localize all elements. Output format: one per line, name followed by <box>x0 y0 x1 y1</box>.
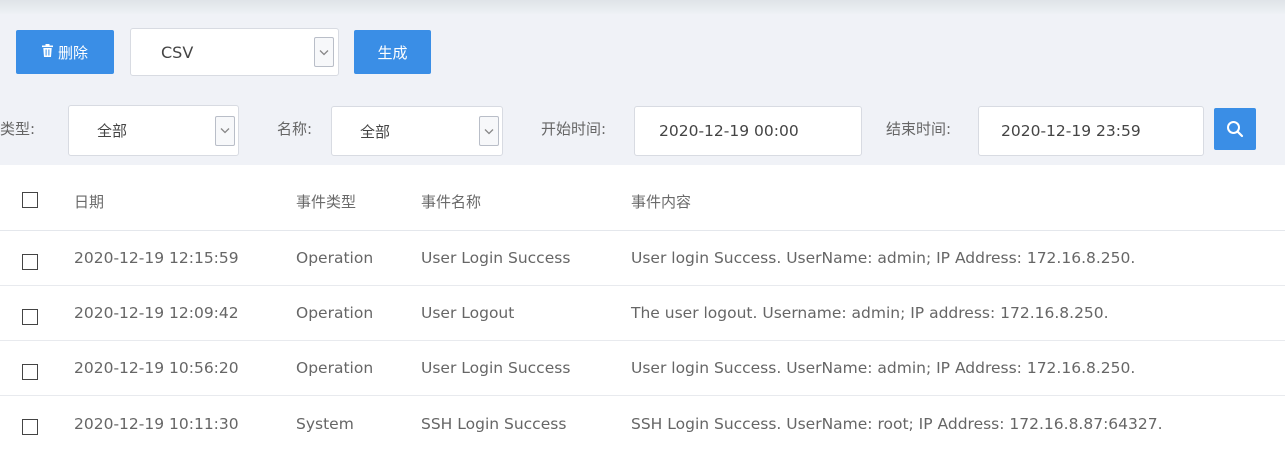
row-event-name: SSH Login Success <box>421 414 567 433</box>
table-row[interactable]: 2020-12-19 10:56:20 Operation User Login… <box>0 341 1285 396</box>
chevron-down-icon <box>479 116 499 146</box>
column-header-date[interactable]: 日期 <box>74 173 104 230</box>
row-event-content: User login Success. UserName: admin; IP … <box>631 359 1136 377</box>
search-button[interactable] <box>1214 108 1256 150</box>
row-event-content: SSH Login Success. UserName: root; IP Ad… <box>631 414 1163 433</box>
name-filter-value: 全部 <box>360 122 391 141</box>
row-event-content: User login Success. UserName: admin; IP … <box>631 249 1136 267</box>
table-row[interactable]: 2020-12-19 10:11:30 System SSH Login Suc… <box>0 396 1285 451</box>
row-event-type: Operation <box>296 304 374 322</box>
name-filter-label: 名称: <box>277 120 313 138</box>
type-filter-value: 全部 <box>97 122 128 140</box>
column-header-event-content[interactable]: 事件内容 <box>631 173 691 230</box>
generate-button[interactable]: 生成 <box>354 30 431 74</box>
chevron-down-icon <box>215 115 235 146</box>
trash-icon <box>41 43 53 61</box>
table-row[interactable]: 2020-12-19 12:09:42 Operation User Logou… <box>0 286 1285 341</box>
row-date: 2020-12-19 12:15:59 <box>74 249 239 267</box>
export-format-select[interactable]: CSV <box>130 28 339 76</box>
row-checkbox[interactable] <box>22 364 38 380</box>
row-checkbox[interactable] <box>22 419 38 435</box>
row-event-type: Operation <box>296 359 374 377</box>
row-checkbox[interactable] <box>22 309 38 325</box>
row-event-name: User Logout <box>421 304 515 322</box>
row-date: 2020-12-19 12:09:42 <box>74 304 239 322</box>
select-all-checkbox[interactable] <box>22 192 38 208</box>
end-time-input[interactable] <box>978 106 1204 156</box>
start-time-label: 开始时间: <box>541 120 607 138</box>
column-header-event-name[interactable]: 事件名称 <box>421 173 481 230</box>
export-format-value: CSV <box>161 42 194 62</box>
row-date: 2020-12-19 10:56:20 <box>74 359 239 377</box>
row-event-name: User Login Success <box>421 249 571 267</box>
row-event-type: Operation <box>296 249 374 267</box>
type-filter-label: 类型: <box>0 120 36 138</box>
row-event-content: The user logout. Username: admin; IP add… <box>631 304 1109 322</box>
start-time-input[interactable] <box>634 106 862 156</box>
delete-button[interactable]: 删除 <box>16 30 114 74</box>
type-filter-select[interactable]: 全部 <box>68 105 239 156</box>
search-icon <box>1227 121 1244 138</box>
name-filter-select[interactable]: 全部 <box>331 106 503 156</box>
row-event-type: System <box>296 414 354 433</box>
row-event-name: User Login Success <box>421 359 571 377</box>
column-header-event-type[interactable]: 事件类型 <box>296 173 356 230</box>
row-date: 2020-12-19 10:11:30 <box>74 414 239 433</box>
chevron-down-icon <box>314 37 334 67</box>
row-checkbox[interactable] <box>22 254 38 270</box>
table-row[interactable]: 2020-12-19 12:15:59 Operation User Login… <box>0 231 1285 286</box>
table-header: 日期 事件类型 事件名称 事件内容 <box>0 173 1285 231</box>
delete-button-label: 删除 <box>57 43 88 62</box>
top-divider <box>0 0 1285 14</box>
end-time-label: 结束时间: <box>886 120 952 138</box>
